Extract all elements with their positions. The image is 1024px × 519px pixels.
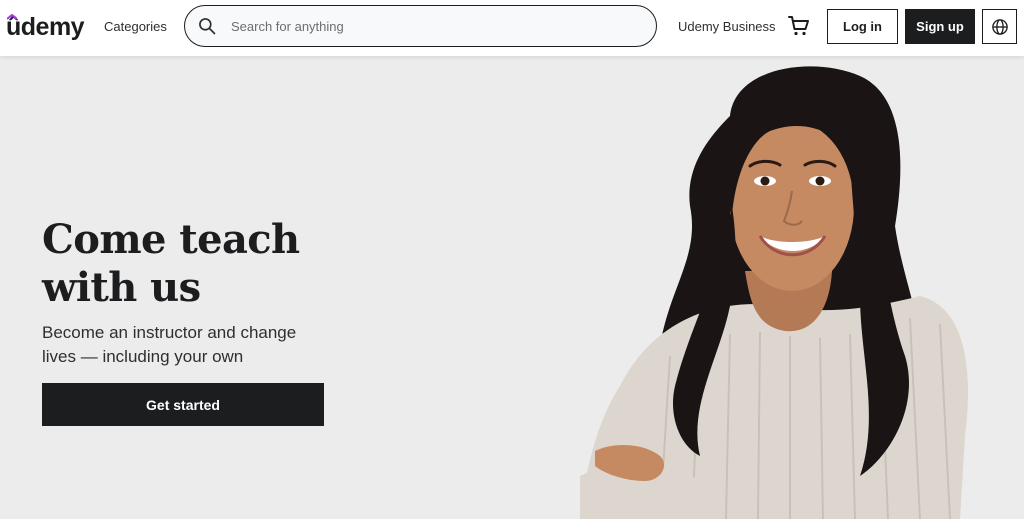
language-button[interactable] <box>982 9 1017 44</box>
globe-icon <box>991 18 1008 35</box>
top-navigation-bar: ûdemy Categories Udemy Business Log in S… <box>0 0 1024 56</box>
login-button[interactable]: Log in <box>827 9 898 44</box>
get-started-button[interactable]: Get started <box>42 383 324 426</box>
hero-banner: Come teach with us Become an instructor … <box>0 56 1024 519</box>
cart-icon[interactable] <box>787 14 811 38</box>
udemy-business-link[interactable]: Udemy Business <box>678 19 776 34</box>
search-input[interactable] <box>231 6 641 46</box>
search-icon[interactable] <box>197 16 217 36</box>
categories-menu[interactable]: Categories <box>104 19 167 34</box>
search-bar[interactable] <box>184 5 657 47</box>
logo-mark-icon <box>7 14 17 20</box>
signup-button[interactable]: Sign up <box>905 9 975 44</box>
udemy-logo[interactable]: ûdemy <box>6 10 85 44</box>
hero-subtitle: Become an instructor and change lives — … <box>42 323 297 366</box>
hero-title: Come teach with us <box>42 216 300 311</box>
logo-text: ûdemy <box>6 12 85 41</box>
instructor-photo <box>580 66 968 519</box>
